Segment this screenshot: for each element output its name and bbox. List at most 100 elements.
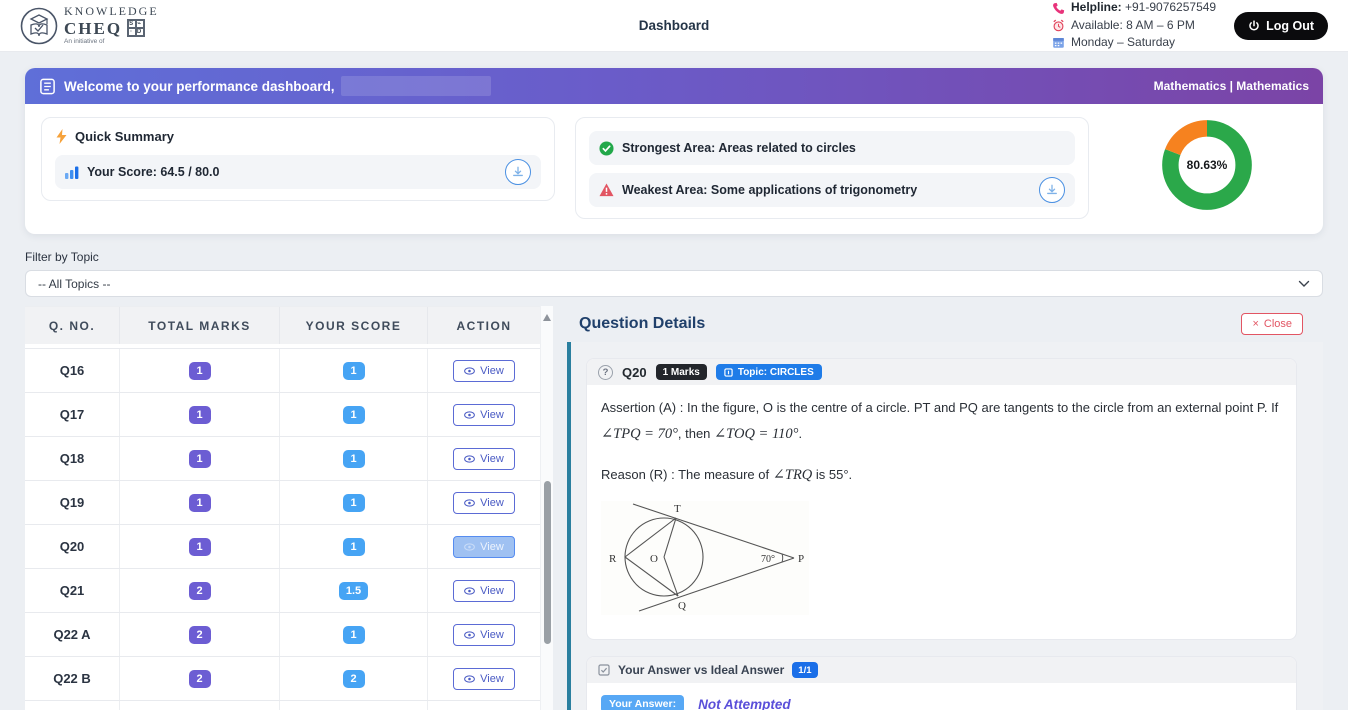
- question-number: Q16: [59, 363, 85, 378]
- figure-label-q: Q: [678, 600, 686, 612]
- score-fraction-badge: 1/1: [792, 662, 818, 679]
- circle-tangents-figure: T R O Q P 70°: [601, 500, 809, 615]
- logo-line-3: An initiative of: [64, 38, 105, 46]
- question-id-label: Q20: [622, 364, 647, 380]
- view-button[interactable]: View: [453, 491, 515, 514]
- score-donut-chart: 80.63%: [1109, 117, 1305, 213]
- your-score-badge: 1: [342, 493, 365, 512]
- question-number: Q21: [59, 583, 85, 598]
- questions-table-panel: Q. NO. TOTAL MARKS YOUR SCORE ACTION Q16…: [25, 306, 553, 710]
- col-header-action: ACTION: [456, 318, 512, 333]
- topic-badge-label: Topic: CIRCLES: [737, 366, 814, 378]
- download-score-button[interactable]: [505, 159, 531, 185]
- eye-icon: [464, 630, 476, 639]
- answer-comparison-card: Your Answer vs Ideal Answer 1/1 Your Ans…: [586, 656, 1297, 710]
- scrollbar-thumb[interactable]: [544, 481, 551, 644]
- question-card: ? Q20 1 Marks Topic: CIRCLES Assertion (…: [586, 358, 1297, 641]
- table-row: Q21 2 1.5 View: [25, 569, 540, 613]
- logout-button[interactable]: Log Out: [1234, 11, 1328, 40]
- marks-badge: 1 Marks: [655, 364, 707, 380]
- donut-percentage-label: 80.63%: [1186, 158, 1228, 172]
- close-button[interactable]: × Close: [1241, 313, 1303, 335]
- calendar-icon: [1053, 38, 1064, 49]
- question-number: Q18: [59, 451, 85, 466]
- download-icon: [1047, 184, 1057, 195]
- total-marks-badge: 1: [188, 449, 211, 468]
- question-mark-icon: ?: [598, 364, 613, 380]
- power-icon: [1249, 19, 1259, 31]
- reason-text: Reason (R) : The measure of ∠TRQ is 55°.: [601, 467, 853, 484]
- view-button-label: View: [480, 628, 504, 641]
- close-icon: ×: [1252, 318, 1259, 330]
- topic-icon: [724, 367, 733, 377]
- available-days: Monday – Saturday: [1070, 35, 1176, 50]
- table-scrollbar[interactable]: [540, 306, 553, 710]
- total-marks-badge: 2: [188, 625, 211, 644]
- available-hours: Available: 8 AM – 6 PM: [1070, 17, 1195, 32]
- score-label: Your Score: 64.5 / 80.0: [87, 165, 220, 179]
- sd-cell-tr: ⌁: [136, 20, 145, 29]
- close-button-label: Close: [1263, 318, 1292, 330]
- view-button[interactable]: View: [453, 623, 515, 646]
- eye-icon: [464, 366, 476, 375]
- table-row: Q18 1 1 View: [25, 437, 540, 481]
- helpline-number: +91-9076257549: [1125, 0, 1217, 15]
- figure-label-o: O: [650, 553, 658, 565]
- logo-line-2: CHEQ: [64, 19, 123, 39]
- view-button[interactable]: View: [453, 579, 515, 602]
- topic-select[interactable]: -- All Topics --: [25, 270, 1323, 297]
- eye-icon: [464, 542, 476, 551]
- download-icon: [513, 166, 523, 177]
- view-button-label: View: [480, 408, 504, 421]
- weakest-area-row: Weakest Area: Some applications of trigo…: [589, 173, 1075, 207]
- welcome-text: Welcome to your performance dashboard,: [64, 78, 335, 94]
- math-angle-tpq: ∠TPQ = 70°: [601, 425, 678, 442]
- question-card-header: ? Q20 1 Marks Topic: CIRCLES: [587, 359, 1296, 385]
- answer-card-header: Your Answer vs Ideal Answer 1/1: [587, 657, 1296, 684]
- eye-icon: [464, 454, 476, 463]
- checkbox-icon: [598, 664, 610, 677]
- your-answer-badge: Your Answer:: [601, 695, 685, 710]
- total-marks-badge: 2: [188, 669, 211, 688]
- logout-label: Log Out: [1266, 18, 1314, 33]
- question-number: Q22 A: [53, 627, 91, 642]
- eye-icon: [464, 674, 476, 683]
- view-button[interactable]: View: [453, 535, 515, 558]
- col-header-score: YOUR SCORE: [280, 307, 428, 344]
- view-button[interactable]: View: [453, 667, 515, 690]
- logo-text: KNOWLEDGE CHEQ S ⌁ · D An initiative of: [64, 5, 159, 46]
- your-score-badge: 1.5: [338, 581, 369, 600]
- your-score-badge: 1: [342, 449, 365, 468]
- scroll-up-icon[interactable]: [543, 314, 551, 321]
- view-button-label: View: [480, 452, 504, 465]
- table-scroll-viewport[interactable]: Q16 1 1 View Q17 1 1 View Q18 1 1 View Q…: [25, 344, 540, 710]
- table-row: Q22 A 2 1 View: [25, 613, 540, 657]
- figure-label-r: R: [609, 553, 617, 565]
- table-body: Q16 1 1 View Q17 1 1 View Q18 1 1 View Q…: [25, 344, 540, 710]
- your-score-badge: 1: [342, 405, 365, 424]
- table-row: Q19 1 1 View: [25, 481, 540, 525]
- assertion-text: Assertion (A) : In the figure, O is the …: [601, 400, 1279, 442]
- download-areas-button[interactable]: [1039, 177, 1065, 203]
- total-marks-badge: 1: [188, 493, 211, 512]
- topic-select-value: -- All Topics --: [38, 276, 111, 291]
- total-marks-badge: 1: [188, 361, 211, 380]
- view-button[interactable]: View: [453, 447, 515, 470]
- eye-icon: [464, 410, 476, 419]
- alarm-clock-icon: [1053, 19, 1064, 32]
- score-row: Your Score: 64.5 / 80.0: [55, 155, 541, 189]
- topic-badge: Topic: CIRCLES: [715, 364, 822, 380]
- bar-chart-icon: [65, 166, 79, 179]
- contact-info: Helpline: +91-9076257549 Available: 8 AM…: [1052, 0, 1216, 52]
- eye-icon: [464, 586, 476, 595]
- view-button[interactable]: View: [453, 403, 515, 426]
- total-marks-badge: 1: [188, 537, 211, 556]
- view-button[interactable]: View: [453, 359, 515, 382]
- performance-summary-card: Welcome to your performance dashboard, M…: [25, 68, 1323, 234]
- your-score-badge: 2: [342, 669, 365, 688]
- question-number: Q20: [59, 539, 85, 554]
- top-bar: KNOWLEDGE CHEQ S ⌁ · D An initiative of …: [0, 0, 1348, 52]
- answer-header-label: Your Answer vs Ideal Answer: [618, 663, 785, 678]
- question-number: Q19: [59, 495, 85, 510]
- logo-line-1: KNOWLEDGE: [64, 4, 159, 19]
